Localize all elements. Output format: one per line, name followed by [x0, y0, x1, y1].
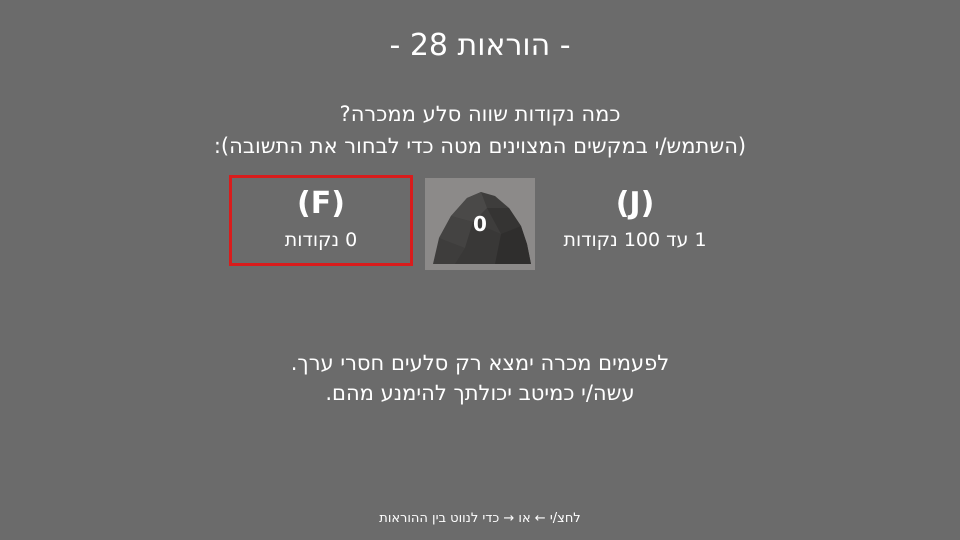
warning-text: לפעמים מכרה ימצא רק סלעים חסרי ערך. עשה/… — [0, 348, 960, 408]
option-f-key[interactable]: (F) — [229, 186, 413, 221]
navigation-hint: לחצ/י ← או → כדי לנווט בין ההוראות — [379, 511, 581, 526]
warning-line-1: לפעמים מכרה ימצא רק סלעים חסרי ערך. — [290, 351, 670, 375]
page-title: - הוראות 28 - — [389, 28, 571, 63]
question-text: כמה נקודות שווה סלע ממכרה? (השתמש/י במקש… — [0, 98, 960, 162]
question-line-2: (השתמש/י במקשים המצוינים מטה כדי לבחור א… — [213, 134, 747, 158]
rock-image: 0 — [425, 178, 535, 270]
option-f-label[interactable]: 0 נקודות — [229, 229, 413, 251]
question-line-1: כמה נקודות שווה סלע ממכרה? — [339, 102, 621, 126]
option-j-key[interactable]: (J) — [540, 186, 730, 221]
warning-line-2: עשה/י כמיטב יכולתך להימנע מהם. — [325, 381, 635, 405]
option-j-label[interactable]: 1 עד 100 נקודות — [540, 229, 730, 251]
rock-value: 0 — [473, 212, 487, 236]
